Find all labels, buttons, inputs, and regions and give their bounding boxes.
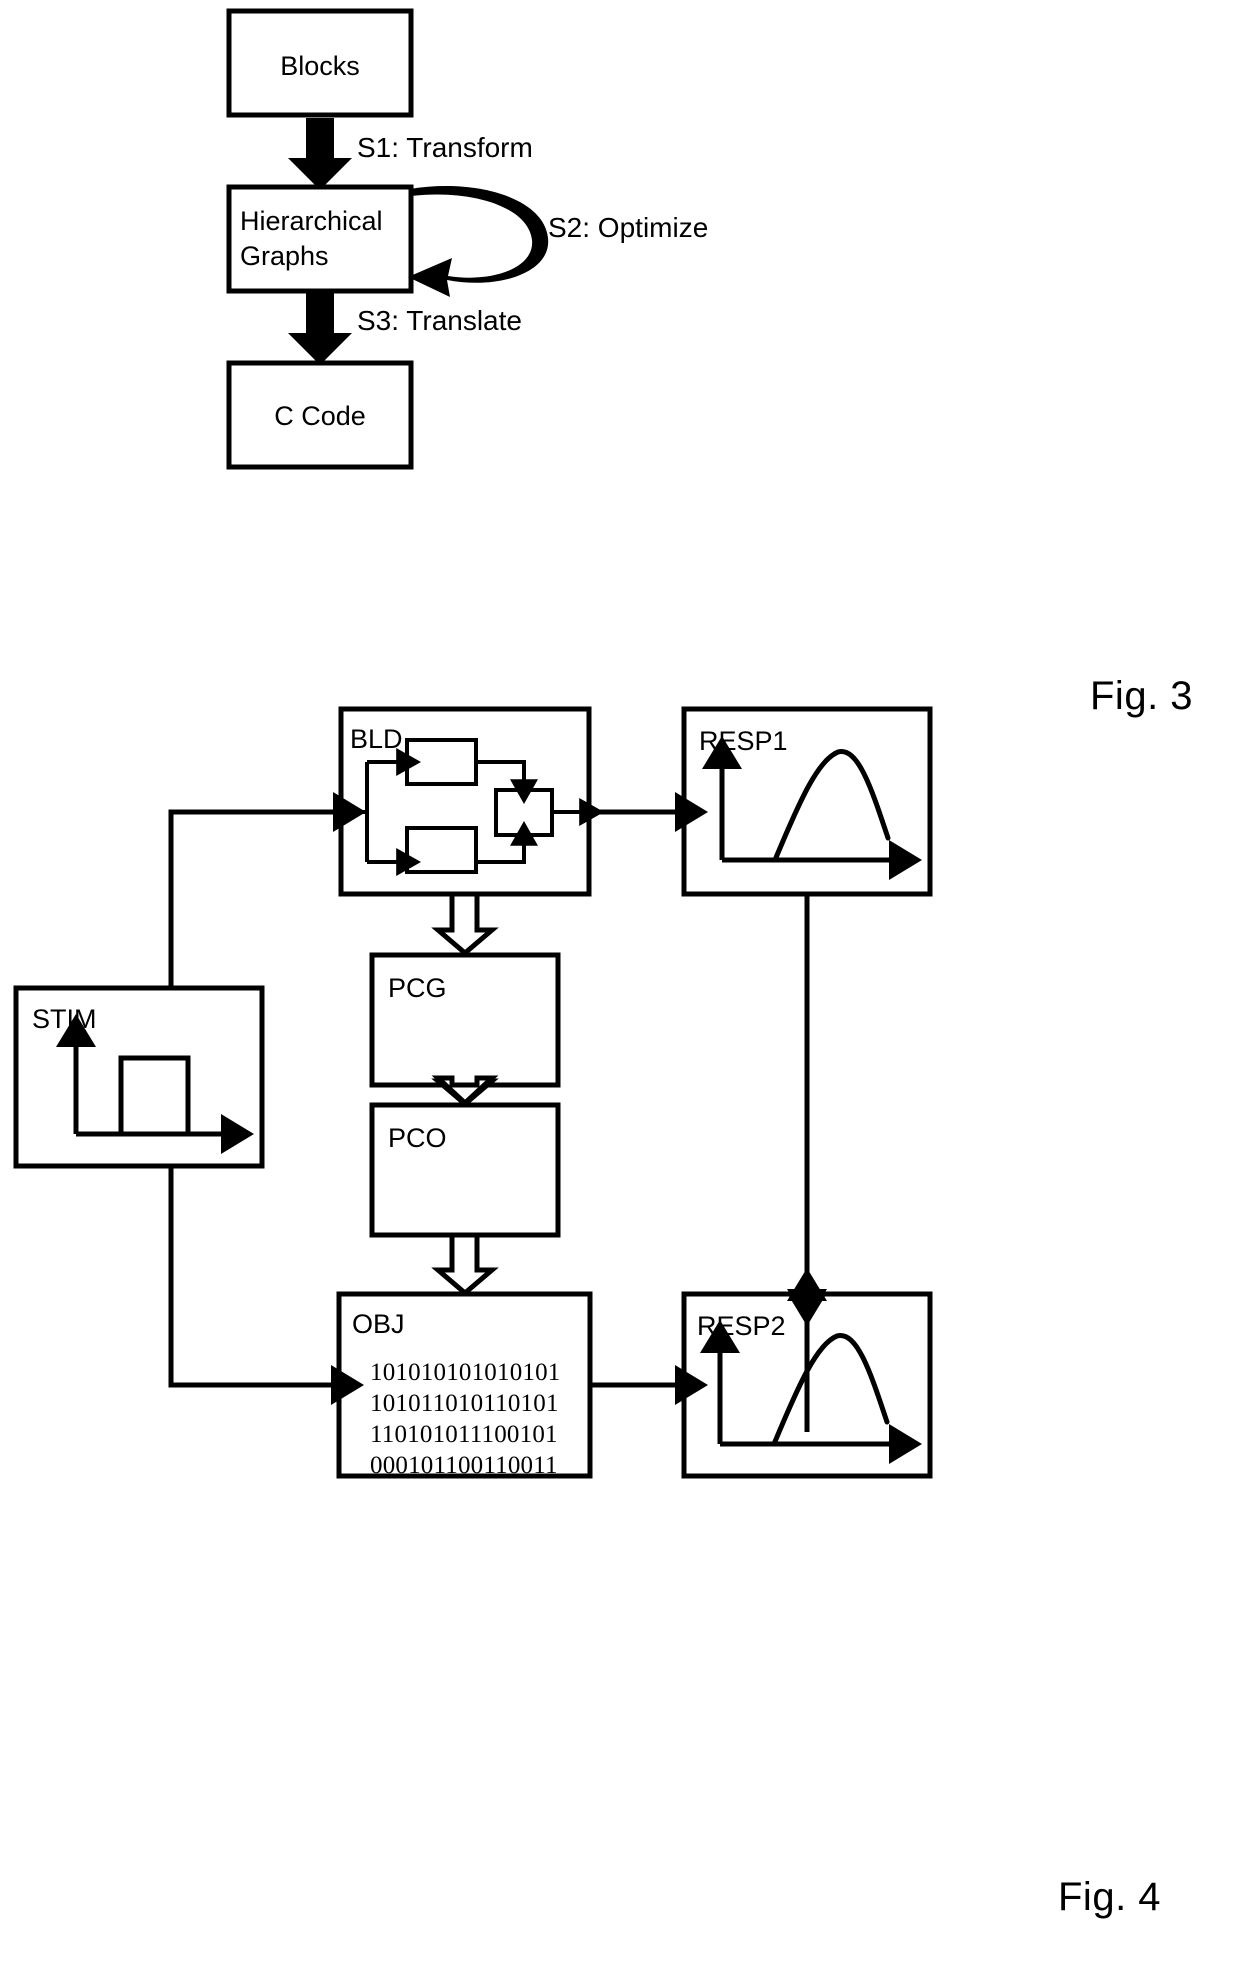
fig4-edge-bld-to-pcg-block-arrow	[431, 891, 499, 957]
fig4-resp2-waveform	[700, 1320, 922, 1464]
fig4-edge-pco-to-obj-block-arrow	[431, 1232, 499, 1297]
fig3-edge-s2-loop	[408, 186, 549, 297]
fig4-node-pcg: PCG	[369, 952, 561, 1088]
fig3-step-s3-label: S3: Translate	[357, 305, 522, 336]
fig4-edge-stim-to-bld	[168, 792, 366, 988]
fig4-node-stim: STIM	[13, 985, 265, 1169]
fig3-hierarchical-label-line2: Graphs	[240, 241, 329, 271]
fig4-cmp-label: CMP	[728, 1316, 788, 1346]
fig4-stim-label: STIM	[32, 1004, 97, 1034]
fig3-step-s2-label: S2: Optimize	[548, 212, 708, 243]
fig4-node-pco: PCO	[369, 1102, 561, 1238]
fig4-resp2-label: RESP2	[697, 1311, 786, 1341]
fig4-stim-waveform	[56, 1014, 254, 1154]
fig4-resp1-waveform	[702, 736, 922, 880]
fig4-obj-binary-line: 101010101010101	[370, 1359, 561, 1386]
fig3-c-code-label: C Code	[274, 401, 366, 431]
fig4-node-obj: OBJ 101010101010101 101011010110101 1101…	[336, 1291, 593, 1479]
fig4-obj-binary-line: 110101011100101	[370, 1421, 558, 1448]
fig4-pcg-label: PCG	[388, 973, 447, 1003]
fig4-obj-label: OBJ	[352, 1309, 405, 1339]
fig4-edge-pcg-to-pco-block-arrow	[431, 1075, 499, 1108]
figure-3-caption: Fig. 3	[1090, 674, 1194, 718]
fig3-step-s1-label: S1: Transform	[357, 132, 533, 163]
fig4-pco-label: PCO	[388, 1123, 447, 1153]
fig3-node-hierarchical-graphs: Hierarchical Graphs	[226, 184, 414, 294]
fig3-hierarchical-label-line1: Hierarchical	[240, 206, 383, 236]
fig3-node-c-code: C Code	[226, 360, 414, 470]
fig4-node-cmp: CMP	[709, 1294, 901, 1427]
figure-3-diagram: Blocks S1: Transform Hierarchical Graphs…	[226, 8, 708, 470]
fig4-obj-binary-line: 101011010110101	[370, 1390, 559, 1417]
fig3-node-blocks: Blocks	[226, 8, 414, 118]
fig4-obj-binary-line: 000101100110011	[370, 1452, 558, 1479]
fig3-blocks-label: Blocks	[280, 51, 360, 81]
fig4-edge-stim-to-obj	[168, 1166, 364, 1405]
figure-sheet: Blocks S1: Transform Hierarchical Graphs…	[0, 0, 1240, 1974]
fig3-edge-s1-arrow	[288, 118, 352, 190]
fig4-node-resp2: RESP2	[681, 1291, 933, 1479]
fig3-edge-s3-arrow	[288, 293, 352, 365]
figure-4-caption: Fig. 4	[1058, 1875, 1162, 1919]
